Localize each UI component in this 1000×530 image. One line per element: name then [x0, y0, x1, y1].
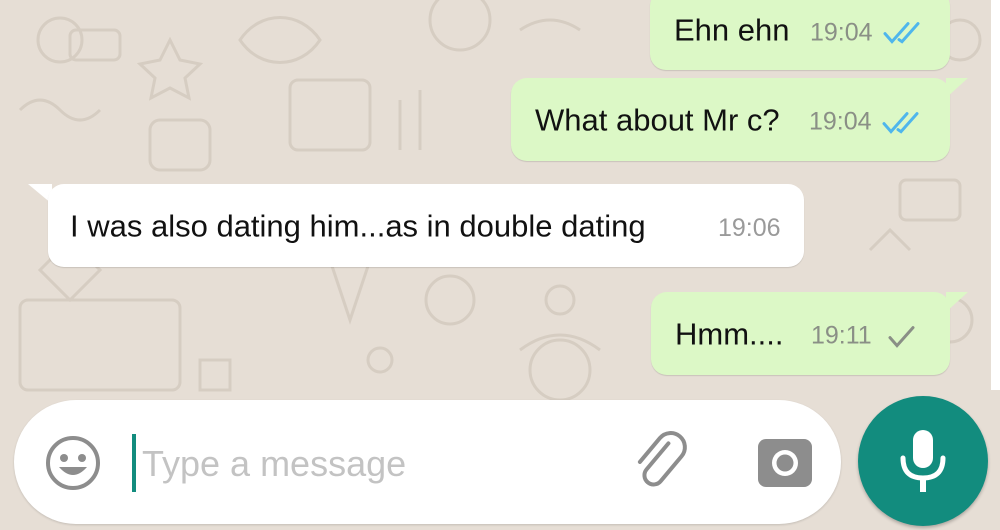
message-text: What about Mr c?	[535, 102, 780, 137]
text-cursor	[132, 434, 136, 492]
bubble-tail	[946, 292, 968, 312]
message-time: 19:04	[810, 18, 873, 47]
double-check-read-icon	[882, 111, 919, 134]
message-text: Hmm....	[675, 316, 784, 351]
message-text: I was also dating him...as in double dat…	[70, 208, 646, 243]
camera-icon[interactable]	[756, 435, 814, 489]
emoji-icon[interactable]	[44, 434, 102, 492]
message-composer	[14, 400, 841, 524]
single-check-sent-icon	[888, 325, 915, 348]
message-time: 19:04	[809, 107, 872, 136]
paperclip-icon[interactable]	[630, 430, 694, 494]
message-time: 19:06	[718, 213, 781, 242]
message-bubble-incoming[interactable]: I was also dating him...as in double dat…	[48, 184, 804, 267]
voice-message-button[interactable]	[858, 396, 988, 526]
message-text: Ehn ehn	[674, 12, 790, 48]
chat-scrollbar[interactable]	[991, 0, 1000, 390]
message-time: 19:11	[811, 321, 872, 350]
microphone-icon	[900, 430, 946, 492]
message-bubble-outgoing[interactable]: Ehn ehn 19:04	[650, 0, 950, 70]
message-input[interactable]	[140, 438, 614, 490]
double-check-read-icon	[883, 22, 920, 44]
message-bubble-outgoing[interactable]: What about Mr c? 19:04	[511, 78, 950, 161]
bubble-tail	[946, 78, 968, 98]
message-bubble-outgoing[interactable]: Hmm.... 19:11	[651, 292, 950, 375]
